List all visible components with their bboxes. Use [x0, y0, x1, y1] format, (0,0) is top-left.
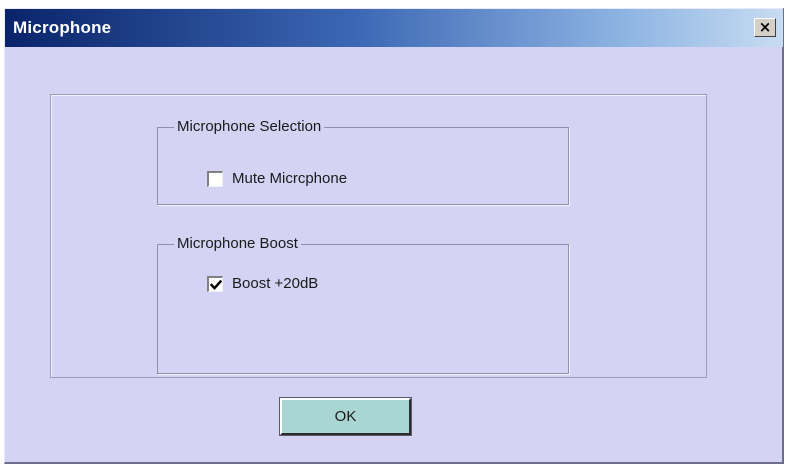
close-icon: × — [758, 18, 772, 36]
close-button[interactable]: × — [754, 18, 776, 37]
microphone-boost-group: Microphone Boost Boost +20dB — [157, 235, 569, 374]
boost-checkbox[interactable] — [207, 276, 223, 292]
microphone-selection-legend: Microphone Selection — [174, 118, 325, 136]
window-title: Microphone — [13, 18, 112, 37]
boost-option[interactable]: Boost +20dB — [207, 275, 318, 293]
microphone-selection-group: Microphone Selection Mute Micrcphone — [157, 118, 569, 205]
microphone-dialog: Microphone × Microphone Selection Mute M… — [4, 8, 784, 464]
mute-microphone-label[interactable]: Mute Micrcphone — [232, 170, 347, 188]
microphone-boost-legend: Microphone Boost — [174, 235, 301, 253]
mute-microphone-option[interactable]: Mute Micrcphone — [207, 170, 347, 188]
ok-button-label: OK — [334, 408, 357, 425]
title-bar[interactable]: Microphone × — [5, 9, 783, 47]
checkmark-icon — [209, 279, 222, 290]
boost-label[interactable]: Boost +20dB — [232, 275, 318, 293]
mute-microphone-checkbox[interactable] — [207, 171, 223, 187]
ok-button[interactable]: OK — [280, 398, 411, 435]
settings-panel: Microphone Selection Mute Micrcphone Mic… — [50, 94, 707, 378]
